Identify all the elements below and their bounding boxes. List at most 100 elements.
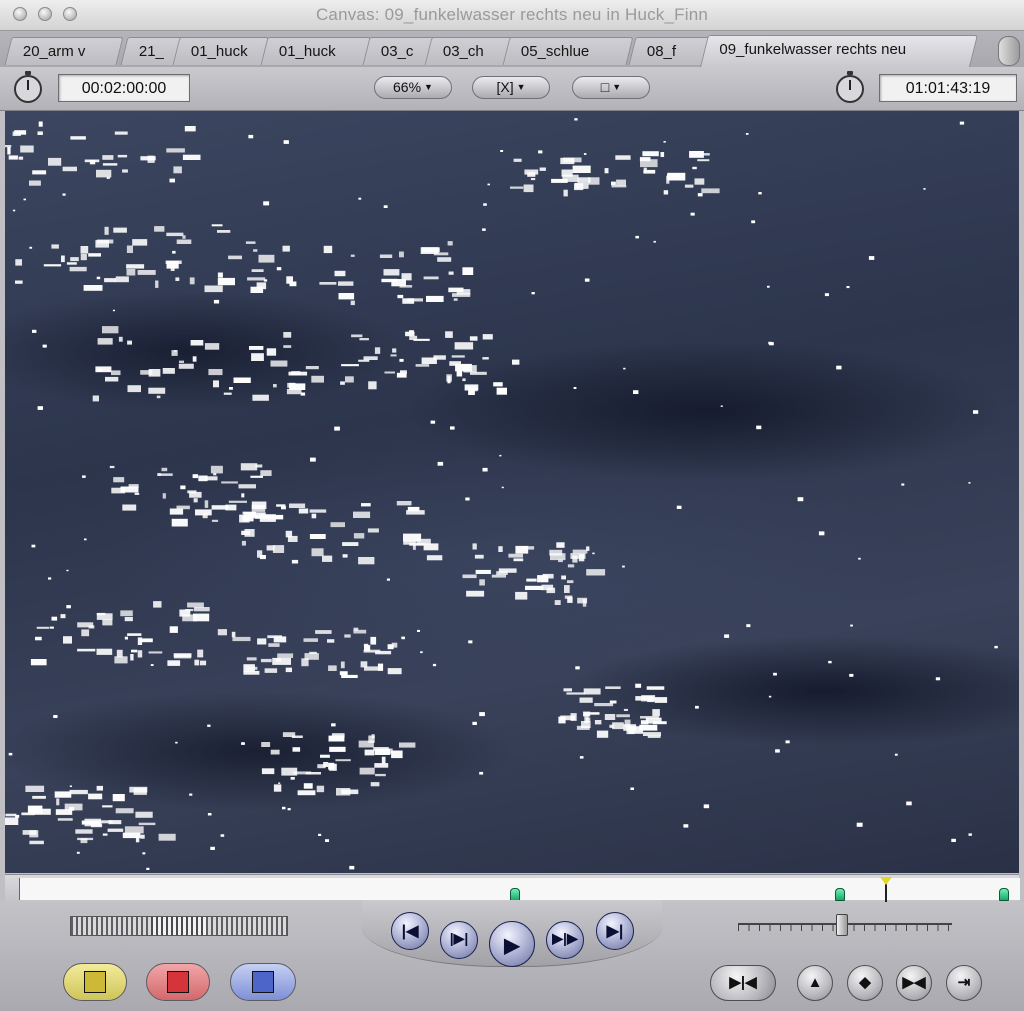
- water-sparkle: [63, 636, 72, 644]
- water-sparkle: [513, 558, 524, 562]
- water-sparkle: [635, 696, 653, 701]
- scrubber-track[interactable]: [19, 877, 1020, 904]
- water-sparkle: [285, 667, 292, 673]
- water-sparkle: [387, 668, 402, 675]
- water-sparkle: [450, 426, 455, 430]
- water-sparkle: [409, 335, 418, 340]
- title-bar[interactable]: Canvas: 09_funkelwasser rechts neu in Hu…: [0, 0, 1024, 31]
- add-keyframe-button[interactable]: ◆: [847, 965, 883, 1001]
- water-sparkle: [48, 577, 52, 580]
- water-sparkle: [15, 280, 23, 284]
- jog-control[interactable]: [738, 914, 952, 936]
- water-sparkle: [82, 475, 86, 478]
- water-sparkle: [586, 717, 591, 723]
- go-to-previous-edit-button[interactable]: |◀: [391, 912, 429, 950]
- water-sparkle: [192, 474, 199, 479]
- water-sparkle: [751, 220, 756, 224]
- video-canvas[interactable]: [5, 111, 1019, 873]
- water-sparkle: [137, 637, 143, 645]
- water-sparkle: [400, 370, 407, 374]
- water-sparkle: [102, 326, 119, 334]
- duration-timecode-field[interactable]: 00:02:00:00: [58, 74, 190, 102]
- tab-scroll-button[interactable]: [998, 36, 1020, 66]
- water-sparkle: [417, 629, 420, 632]
- tab-09-funkelwasser[interactable]: 09_funkelwasser rechts neu: [700, 35, 978, 67]
- play-around-current-button[interactable]: ▶|▶: [546, 921, 584, 959]
- marker[interactable]: [999, 888, 1009, 901]
- water-sparkle: [510, 186, 524, 189]
- water-sparkle: [221, 481, 238, 484]
- water-sparkle: [383, 205, 388, 208]
- water-sparkle: [210, 846, 215, 850]
- mark-clip-button[interactable]: ▶◀: [896, 965, 932, 1001]
- water-sparkle: [51, 616, 58, 621]
- water-sparkle: [260, 555, 266, 560]
- add-marker-button[interactable]: ▲: [797, 965, 833, 1001]
- water-sparkle: [25, 785, 45, 792]
- window-title: Canvas: 09_funkelwasser rechts neu in Hu…: [315, 5, 709, 24]
- water-sparkle: [342, 542, 359, 546]
- water-sparkle: [585, 712, 600, 715]
- water-sparkle: [159, 473, 173, 476]
- replace-button[interactable]: [230, 963, 296, 1001]
- water-sparkle: [320, 754, 330, 758]
- view-popup-button[interactable]: [X] ▼: [472, 76, 550, 99]
- scrubber-bar[interactable]: [5, 874, 1020, 904]
- go-to-next-edit-button[interactable]: ▶|: [596, 912, 634, 950]
- water-sparkle: [273, 384, 277, 388]
- tab-20-arm[interactable]: 20_arm v: [4, 37, 124, 65]
- water-sparkle: [468, 387, 475, 395]
- water-sparkle: [140, 156, 156, 161]
- water-sparkle: [556, 542, 565, 548]
- water-sparkle: [109, 465, 115, 469]
- shuttle-control[interactable]: [70, 916, 288, 936]
- marker-icon: ▲: [807, 974, 823, 991]
- water-sparkle: [773, 672, 777, 676]
- tab-03-ch[interactable]: 03_ch: [424, 37, 514, 65]
- keyframe-icon: ◆: [859, 974, 871, 991]
- jog-thumb[interactable]: [836, 914, 848, 936]
- tab-01-huck-b[interactable]: 01_huck: [260, 37, 372, 65]
- water-sparkle: [120, 486, 139, 493]
- water-sparkle: [367, 528, 379, 533]
- water-sparkle: [18, 156, 24, 160]
- water-sparkle: [663, 141, 666, 143]
- mark-in-out-button[interactable]: ⇥: [946, 965, 982, 1001]
- overlay-label: □: [600, 79, 610, 95]
- water-sparkle: [322, 555, 333, 562]
- water-sparkle: [433, 252, 449, 256]
- current-timecode-field[interactable]: 01:01:43:19: [879, 74, 1017, 102]
- water-sparkle: [57, 818, 73, 821]
- water-sparkle: [167, 660, 181, 666]
- water-sparkle: [592, 552, 595, 555]
- zoom-popup-button[interactable]: 66% ▼: [374, 76, 452, 99]
- tab-label: 21_: [138, 43, 164, 60]
- water-sparkle: [412, 544, 416, 550]
- water-sparkle: [623, 367, 626, 370]
- water-sparkle: [469, 336, 478, 341]
- marker[interactable]: [835, 888, 845, 901]
- water-sparkle: [231, 631, 236, 638]
- water-sparkle: [358, 197, 362, 200]
- insert-button[interactable]: [63, 963, 127, 1001]
- playhead[interactable]: [880, 877, 892, 904]
- tab-05-schlue[interactable]: 05_schlue: [502, 37, 634, 65]
- overlay-popup-button[interactable]: □ ▼: [572, 76, 650, 99]
- water-sparkle: [643, 732, 661, 736]
- overwrite-button[interactable]: [146, 963, 210, 1001]
- water-sparkle: [527, 172, 536, 177]
- match-frame-button[interactable]: ▶|◀: [710, 965, 776, 1001]
- water-sparkle: [906, 801, 912, 806]
- play-in-to-out-button[interactable]: |▶|: [440, 921, 478, 959]
- water-sparkle: [185, 609, 194, 612]
- tab-01-huck-a[interactable]: 01_huck: [172, 37, 270, 65]
- water-sparkle: [96, 169, 112, 178]
- water-sparkle: [399, 358, 404, 362]
- water-sparkle: [339, 671, 348, 676]
- water-sparkle: [640, 720, 649, 725]
- water-sparkle: [482, 228, 486, 231]
- water-sparkle: [276, 267, 282, 271]
- play-button[interactable]: ▶: [489, 921, 535, 967]
- water-sparkle: [640, 159, 658, 168]
- water-sparkle: [281, 505, 286, 510]
